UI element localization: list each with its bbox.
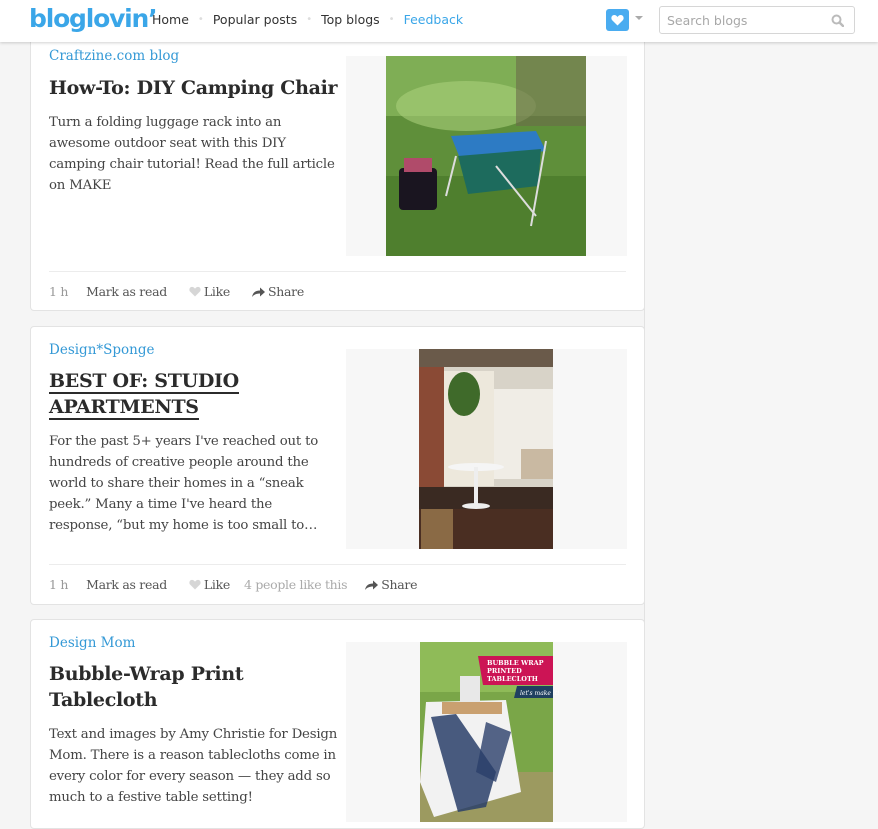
post-title-text[interactable]: BEST OF: STUDIO APARTMENTS: [49, 370, 239, 420]
right-sidebar: [644, 42, 878, 810]
favorites-menu-button[interactable]: [606, 9, 629, 31]
bloglovin-logo[interactable]: bloglovin’: [29, 4, 158, 33]
post-blog-name[interactable]: Craftzine.com blog: [49, 48, 179, 64]
post-title-text[interactable]: How-To: DIY Camping Chair: [49, 77, 338, 99]
nav-home[interactable]: Home: [152, 12, 189, 27]
like-button[interactable]: Like: [189, 284, 230, 299]
post-card: Design Mom Bubble-Wrap Print Tablecloth …: [30, 619, 645, 829]
nav-feedback[interactable]: Feedback: [404, 12, 464, 27]
post-blog-name[interactable]: Design*Sponge: [49, 342, 155, 358]
post-title-text[interactable]: Bubble-Wrap Print Tablecloth: [49, 663, 244, 711]
image-banner-line: BUBBLE WRAP: [487, 659, 544, 667]
nav-popular-posts[interactable]: Popular posts: [213, 12, 297, 27]
nav-top-blogs[interactable]: Top blogs: [321, 12, 380, 27]
post-excerpt: Text and images by Amy Christie for Desi…: [49, 727, 338, 805]
post-actions: 1 h Mark as read Like Share: [49, 284, 326, 299]
heart-icon: [189, 286, 201, 297]
card-divider: [49, 564, 626, 565]
like-label: Like: [203, 577, 230, 592]
like-label: Like: [203, 284, 230, 299]
chevron-down-icon[interactable]: [635, 16, 643, 20]
camping-chair-image: [386, 56, 586, 256]
share-button[interactable]: Share: [365, 577, 418, 592]
heart-icon: [189, 579, 201, 590]
share-arrow-icon: [365, 580, 379, 590]
post-time: 1 h: [49, 577, 69, 592]
post-excerpt: For the past 5+ years I've reached out t…: [49, 434, 319, 533]
image-banner-line: TABLECLOTH: [487, 675, 538, 683]
post-card: Craftzine.com blog How-To: DIY Camping C…: [30, 26, 645, 311]
tablecloth-image: BUBBLE WRAP PRINTED TABLECLOTH let's mak…: [420, 642, 560, 822]
heart-icon: [611, 15, 624, 26]
image-banner-line: PRINTED: [487, 667, 522, 675]
top-navigation-bar: bloglovin’ Home • Popular posts • Top bl…: [0, 0, 878, 42]
share-button[interactable]: Share: [252, 284, 304, 299]
search-input[interactable]: [660, 7, 820, 33]
image-tag: let's make it!: [520, 690, 560, 697]
post-card: Design*Sponge BEST OF: STUDIO APARTMENTS…: [30, 326, 645, 605]
post-thumbnail[interactable]: BUBBLE WRAP PRINTED TABLECLOTH let's mak…: [346, 642, 627, 822]
nav-separator: •: [306, 14, 313, 25]
main-nav: Home • Popular posts • Top blogs • Feedb…: [152, 12, 463, 27]
post-title[interactable]: How-To: DIY Camping Chair: [49, 75, 339, 101]
share-label: Share: [381, 577, 418, 592]
mark-as-read-button[interactable]: Mark as read: [86, 284, 167, 299]
post-excerpt: Turn a folding luggage rack into an awes…: [49, 115, 335, 193]
post-actions: 1 h Mark as read Like 4 people like this…: [49, 577, 439, 592]
share-label: Share: [268, 284, 304, 299]
studio-apartment-image: [419, 349, 553, 549]
post-blog-name[interactable]: Design Mom: [49, 635, 135, 651]
search-box: [659, 6, 855, 34]
likes-count[interactable]: 4 people like this: [244, 577, 348, 592]
post-thumbnail[interactable]: [346, 56, 627, 256]
nav-separator: •: [197, 14, 204, 25]
like-button[interactable]: Like: [189, 577, 230, 592]
post-title[interactable]: BEST OF: STUDIO APARTMENTS: [49, 368, 339, 420]
search-icon[interactable]: [831, 14, 844, 27]
share-arrow-icon: [252, 287, 265, 297]
card-divider: [49, 271, 626, 272]
nav-separator: •: [388, 14, 395, 25]
post-time: 1 h: [49, 284, 69, 299]
post-title[interactable]: Bubble-Wrap Print Tablecloth: [49, 661, 334, 713]
post-thumbnail[interactable]: [346, 349, 627, 549]
mark-as-read-button[interactable]: Mark as read: [86, 577, 167, 592]
